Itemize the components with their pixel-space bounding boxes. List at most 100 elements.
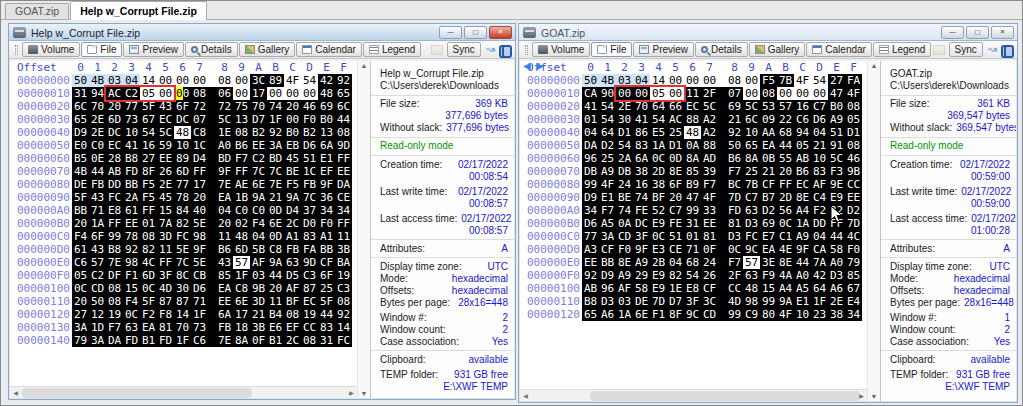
hex-byte[interactable]: 44 — [335, 113, 352, 126]
hex-byte[interactable]: 0C — [123, 308, 140, 321]
hex-byte[interactable]: 0D — [267, 204, 284, 217]
hex-byte[interactable]: 8E — [667, 165, 684, 178]
hex-byte[interactable]: C7 — [667, 204, 684, 217]
hex-byte[interactable]: 01 — [684, 230, 701, 243]
hex-byte[interactable]: 05 — [140, 87, 157, 100]
close-button[interactable]: ✕ — [489, 26, 512, 39]
hex-byte[interactable]: 00 — [284, 113, 301, 126]
hex-byte[interactable]: C2 — [89, 269, 106, 282]
hex-byte[interactable]: A6 — [828, 282, 845, 295]
hex-byte[interactable]: 1F — [191, 308, 208, 321]
hex-byte[interactable]: 9F — [191, 243, 208, 256]
hex-byte[interactable]: B6 — [216, 243, 233, 256]
hex-byte[interactable]: 54 — [650, 113, 667, 126]
hex-byte[interactable]: 75 — [233, 100, 250, 113]
hex-byte[interactable]: 8C — [174, 269, 191, 282]
hex-byte[interactable]: 00 — [174, 74, 191, 87]
hex-byte[interactable]: 3F — [157, 269, 174, 282]
hex-byte[interactable]: 99 — [582, 178, 599, 191]
hex-byte[interactable]: 14 — [174, 308, 191, 321]
hex-byte[interactable]: 34 — [845, 308, 862, 321]
hex-byte[interactable]: 17 — [191, 178, 208, 191]
hex-byte[interactable]: F4 — [250, 217, 267, 230]
vertical-scrollbar[interactable]: ▲▼ — [357, 61, 370, 398]
hex-byte[interactable]: E5 — [650, 126, 667, 139]
hex-byte[interactable]: AF — [616, 282, 633, 295]
hex-byte[interactable]: EC — [794, 178, 811, 191]
hex-byte[interactable]: 69 — [760, 217, 777, 230]
hex-byte[interactable]: 1F — [267, 113, 284, 126]
hex-byte[interactable]: CC — [845, 178, 862, 191]
hex-byte[interactable]: D3 — [828, 269, 845, 282]
hex-byte[interactable]: E9 — [650, 269, 667, 282]
hex-byte[interactable]: 6F — [318, 269, 335, 282]
hex-byte[interactable]: FC — [106, 191, 123, 204]
hex-byte[interactable]: 21 — [726, 113, 743, 126]
toolbar-calendar-button[interactable]: Calendar — [296, 42, 362, 57]
hex-byte[interactable]: 31 — [72, 87, 89, 100]
hex-byte[interactable]: 04 — [811, 230, 828, 243]
hex-byte[interactable]: F1 — [650, 308, 667, 321]
hex-byte[interactable]: F4 — [123, 295, 140, 308]
hex-byte[interactable]: 38 — [650, 178, 667, 191]
hex-byte[interactable]: EC — [684, 100, 701, 113]
toolbar-details-button[interactable]: Details — [695, 42, 748, 57]
hex-byte[interactable]: DC — [106, 126, 123, 139]
hex-byte[interactable]: 08 — [845, 139, 862, 152]
hex-byte[interactable]: 37 — [301, 204, 318, 217]
hex-byte[interactable]: B1 — [267, 334, 284, 347]
hex-byte[interactable]: 92 — [582, 269, 599, 282]
hex-byte[interactable]: 20 — [267, 282, 284, 295]
hex-byte[interactable]: 88 — [701, 139, 718, 152]
hex-byte[interactable]: A0 — [828, 256, 845, 269]
sync-button[interactable]: Sync — [447, 42, 481, 57]
hex-byte[interactable]: 43 — [89, 191, 106, 204]
hex-byte[interactable]: DB — [616, 165, 633, 178]
toolbar-legend-button[interactable]: Legend — [363, 42, 421, 57]
hex-byte[interactable]: 36 — [318, 191, 335, 204]
hex-byte[interactable]: 57 — [743, 256, 760, 269]
hex-byte[interactable]: 6D — [174, 165, 191, 178]
hex-byte[interactable]: 00 — [174, 87, 191, 100]
hex-byte[interactable]: 38 — [828, 308, 845, 321]
hex-byte[interactable]: E9 — [650, 217, 667, 230]
hex-byte[interactable]: 51 — [301, 152, 318, 165]
hex-byte[interactable]: 54 — [140, 126, 157, 139]
toolbar-gallery-button[interactable]: Gallery — [749, 42, 806, 57]
hex-byte[interactable]: 21 — [811, 139, 828, 152]
hex-byte[interactable]: 20 — [72, 295, 89, 308]
hex-byte[interactable]: 8E — [794, 191, 811, 204]
hex-byte[interactable]: B9 — [684, 178, 701, 191]
hex-byte[interactable]: 99 — [106, 230, 123, 243]
hex-byte[interactable]: 2E — [828, 295, 845, 308]
hex-byte[interactable]: 98 — [743, 295, 760, 308]
hex-byte[interactable]: BC — [726, 178, 743, 191]
hex-byte[interactable]: 4B — [72, 165, 89, 178]
hex-byte[interactable]: 53 — [760, 100, 777, 113]
hex-byte[interactable]: 10 — [811, 152, 828, 165]
toolbar-calendar-button[interactable]: Calendar — [806, 42, 872, 57]
hex-byte[interactable]: A0 — [794, 269, 811, 282]
window-titlebar[interactable]: Help w_Corrupt File.zip — ▢ ✕ — [9, 24, 515, 41]
hex-byte[interactable]: BD — [216, 152, 233, 165]
hex-byte[interactable]: EE — [335, 165, 352, 178]
hex-byte[interactable]: 57 — [89, 256, 106, 269]
hex-byte[interactable]: A5 — [599, 217, 616, 230]
hex-byte[interactable]: FB — [89, 178, 106, 191]
hex-byte[interactable]: AF — [811, 178, 828, 191]
scroll-right-arrow[interactable]: ▶ — [346, 388, 357, 398]
hex-byte[interactable]: BF — [650, 191, 667, 204]
hex-byte[interactable]: F7 — [106, 321, 123, 334]
hex-byte[interactable]: 25 — [318, 282, 335, 295]
hex-byte[interactable]: 20 — [667, 191, 684, 204]
hex-byte[interactable]: 2F — [701, 87, 718, 100]
hex-byte[interactable]: F5 — [760, 74, 777, 87]
hex-byte[interactable]: 0C — [72, 282, 89, 295]
hex-byte[interactable]: EE — [123, 217, 140, 230]
hex-byte[interactable]: FF — [335, 152, 352, 165]
hex-byte[interactable]: 00 — [794, 87, 811, 100]
hex-byte[interactable]: 0A — [616, 217, 633, 230]
hex-byte[interactable]: 7B — [743, 178, 760, 191]
hex-byte[interactable]: 67 — [140, 113, 157, 126]
hex-byte[interactable]: 00 — [157, 87, 174, 100]
